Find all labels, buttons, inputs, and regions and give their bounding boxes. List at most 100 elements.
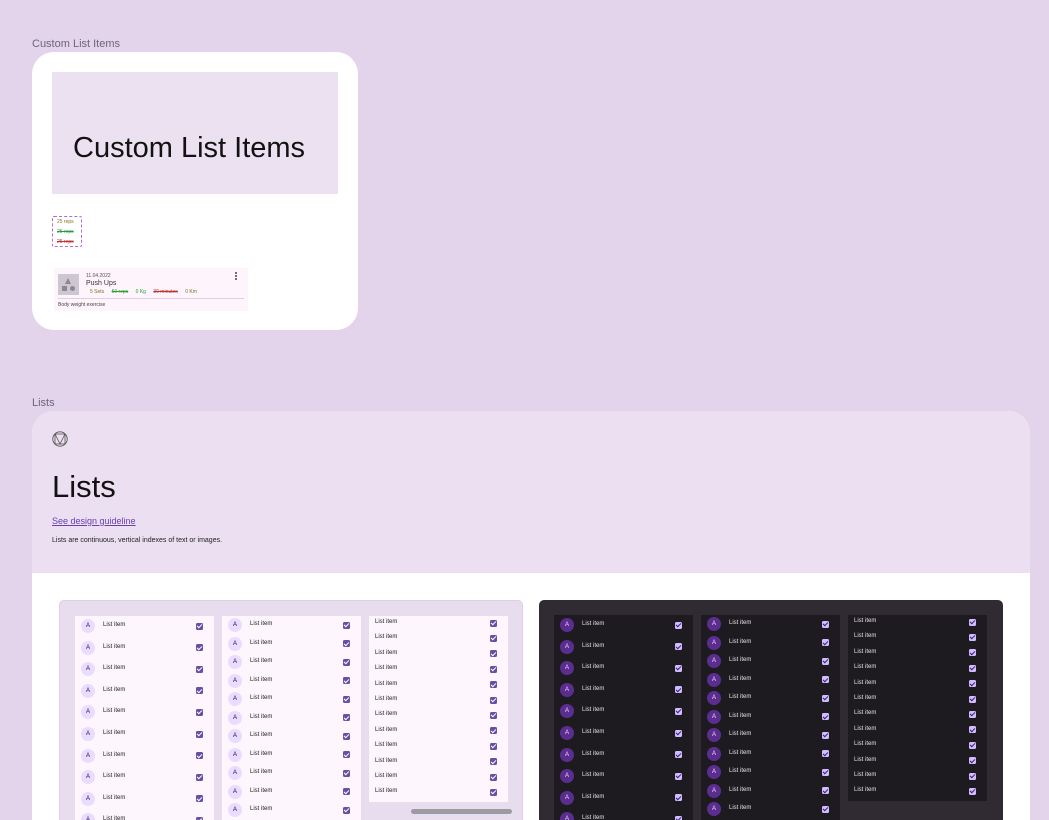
checkbox[interactable] — [969, 757, 976, 765]
checkbox[interactable] — [490, 619, 497, 627]
list-item[interactable]: A List item — [701, 617, 840, 631]
list-item[interactable]: List item — [369, 770, 508, 784]
list-item[interactable]: A List item — [222, 673, 361, 688]
checkbox[interactable] — [969, 680, 976, 688]
list-item[interactable]: List item — [848, 646, 987, 660]
checkbox[interactable] — [822, 787, 829, 794]
list-item[interactable]: A List item — [222, 747, 361, 762]
list-item[interactable]: List item — [369, 616, 508, 630]
checkbox[interactable] — [822, 731, 829, 739]
list-item[interactable]: A List item — [222, 618, 361, 632]
checkbox[interactable] — [343, 658, 350, 666]
checkbox[interactable] — [490, 650, 497, 658]
list-item[interactable]: A List item — [701, 672, 840, 687]
list-item[interactable]: A List item — [75, 727, 214, 741]
checkbox[interactable] — [675, 621, 682, 629]
list-item[interactable]: List item — [369, 755, 508, 769]
list-item[interactable]: List item — [848, 677, 987, 691]
checkbox[interactable] — [675, 751, 682, 759]
list-item[interactable]: List item — [369, 708, 508, 722]
checkbox[interactable] — [490, 727, 497, 735]
checkbox[interactable] — [969, 710, 976, 718]
list-item[interactable]: A List item — [701, 746, 840, 761]
list-item[interactable]: List item — [848, 707, 987, 721]
checkbox[interactable] — [196, 795, 203, 803]
list-item[interactable]: List item — [848, 661, 987, 675]
checkbox[interactable] — [196, 687, 203, 695]
checkbox[interactable] — [196, 622, 203, 630]
checkbox[interactable] — [343, 769, 350, 777]
list-item[interactable]: List item — [848, 692, 987, 706]
checkbox[interactable] — [675, 686, 682, 694]
exercise-list-item[interactable]: 11.04.2022 Push Ups 5 Sets 50 reps 0 Kg … — [54, 268, 248, 311]
checkbox[interactable] — [343, 677, 350, 684]
list-item[interactable]: A List item — [701, 783, 840, 798]
checkbox[interactable] — [490, 758, 497, 766]
checkbox[interactable] — [822, 676, 829, 683]
checkbox[interactable] — [822, 750, 829, 757]
list-item[interactable]: A List item — [554, 661, 693, 676]
list-item[interactable]: A List item — [701, 691, 840, 705]
checkbox[interactable] — [490, 665, 497, 673]
list-item[interactable]: A List item — [554, 790, 693, 805]
list-item[interactable]: A List item — [701, 728, 840, 742]
list-item[interactable]: A List item — [554, 639, 693, 654]
list-item[interactable]: A List item — [554, 704, 693, 719]
checkbox[interactable] — [343, 640, 350, 647]
list-item[interactable]: A List item — [222, 784, 361, 799]
checkbox[interactable] — [675, 772, 682, 780]
horizontal-scrollbar[interactable] — [411, 809, 512, 814]
list-item[interactable]: A List item — [222, 729, 361, 743]
list-item[interactable]: A List item — [701, 765, 840, 779]
checkbox[interactable] — [196, 730, 203, 738]
checkbox[interactable] — [969, 649, 976, 657]
more-vert-icon[interactable] — [234, 272, 238, 282]
list-item[interactable]: A List item — [222, 636, 361, 651]
checkbox[interactable] — [675, 794, 682, 802]
checkbox[interactable] — [490, 681, 497, 689]
checkbox[interactable] — [196, 665, 203, 673]
checkbox[interactable] — [822, 620, 829, 628]
checkbox[interactable] — [196, 708, 203, 716]
list-item[interactable]: A List item — [222, 692, 361, 706]
list-item[interactable]: A List item — [554, 812, 693, 820]
checkbox[interactable] — [343, 751, 350, 758]
checkbox[interactable] — [490, 742, 497, 750]
list-item[interactable]: List item — [369, 631, 508, 645]
checkbox[interactable] — [343, 714, 350, 721]
list-item[interactable]: A List item — [75, 748, 214, 763]
checkbox[interactable] — [969, 695, 976, 703]
checkbox[interactable] — [969, 741, 976, 749]
list-item[interactable]: A List item — [222, 655, 361, 669]
checkbox[interactable] — [969, 772, 976, 780]
list-item[interactable]: List item — [848, 784, 987, 798]
list-item[interactable]: A List item — [701, 635, 840, 650]
checkbox[interactable] — [969, 664, 976, 672]
list-item[interactable]: List item — [369, 785, 508, 799]
list-item[interactable]: List item — [369, 662, 508, 676]
list-item[interactable]: List item — [369, 739, 508, 753]
list-item[interactable]: A List item — [75, 705, 214, 720]
list-item[interactable]: A List item — [701, 654, 840, 668]
checkbox[interactable] — [969, 633, 976, 641]
list-item[interactable]: List item — [369, 647, 508, 661]
checkbox[interactable] — [343, 806, 350, 814]
list-item[interactable]: List item — [848, 754, 987, 768]
list-item[interactable]: A List item — [554, 682, 693, 697]
list-item[interactable]: A List item — [554, 726, 693, 740]
checkbox[interactable] — [343, 732, 350, 740]
checkbox[interactable] — [822, 657, 829, 665]
checkbox[interactable] — [490, 773, 497, 781]
list-item[interactable]: A List item — [75, 619, 214, 633]
checkbox[interactable] — [822, 639, 829, 646]
checkbox[interactable] — [822, 713, 829, 720]
checkbox[interactable] — [490, 634, 497, 642]
list-item[interactable]: A List item — [554, 618, 693, 632]
list-item[interactable]: A List item — [75, 791, 214, 806]
list-item[interactable]: A List item — [75, 640, 214, 655]
list-item[interactable]: List item — [369, 724, 508, 738]
list-item[interactable]: List item — [848, 630, 987, 644]
checkbox[interactable] — [969, 726, 976, 734]
list-item[interactable]: A List item — [701, 709, 840, 724]
list-item[interactable]: A List item — [554, 769, 693, 784]
